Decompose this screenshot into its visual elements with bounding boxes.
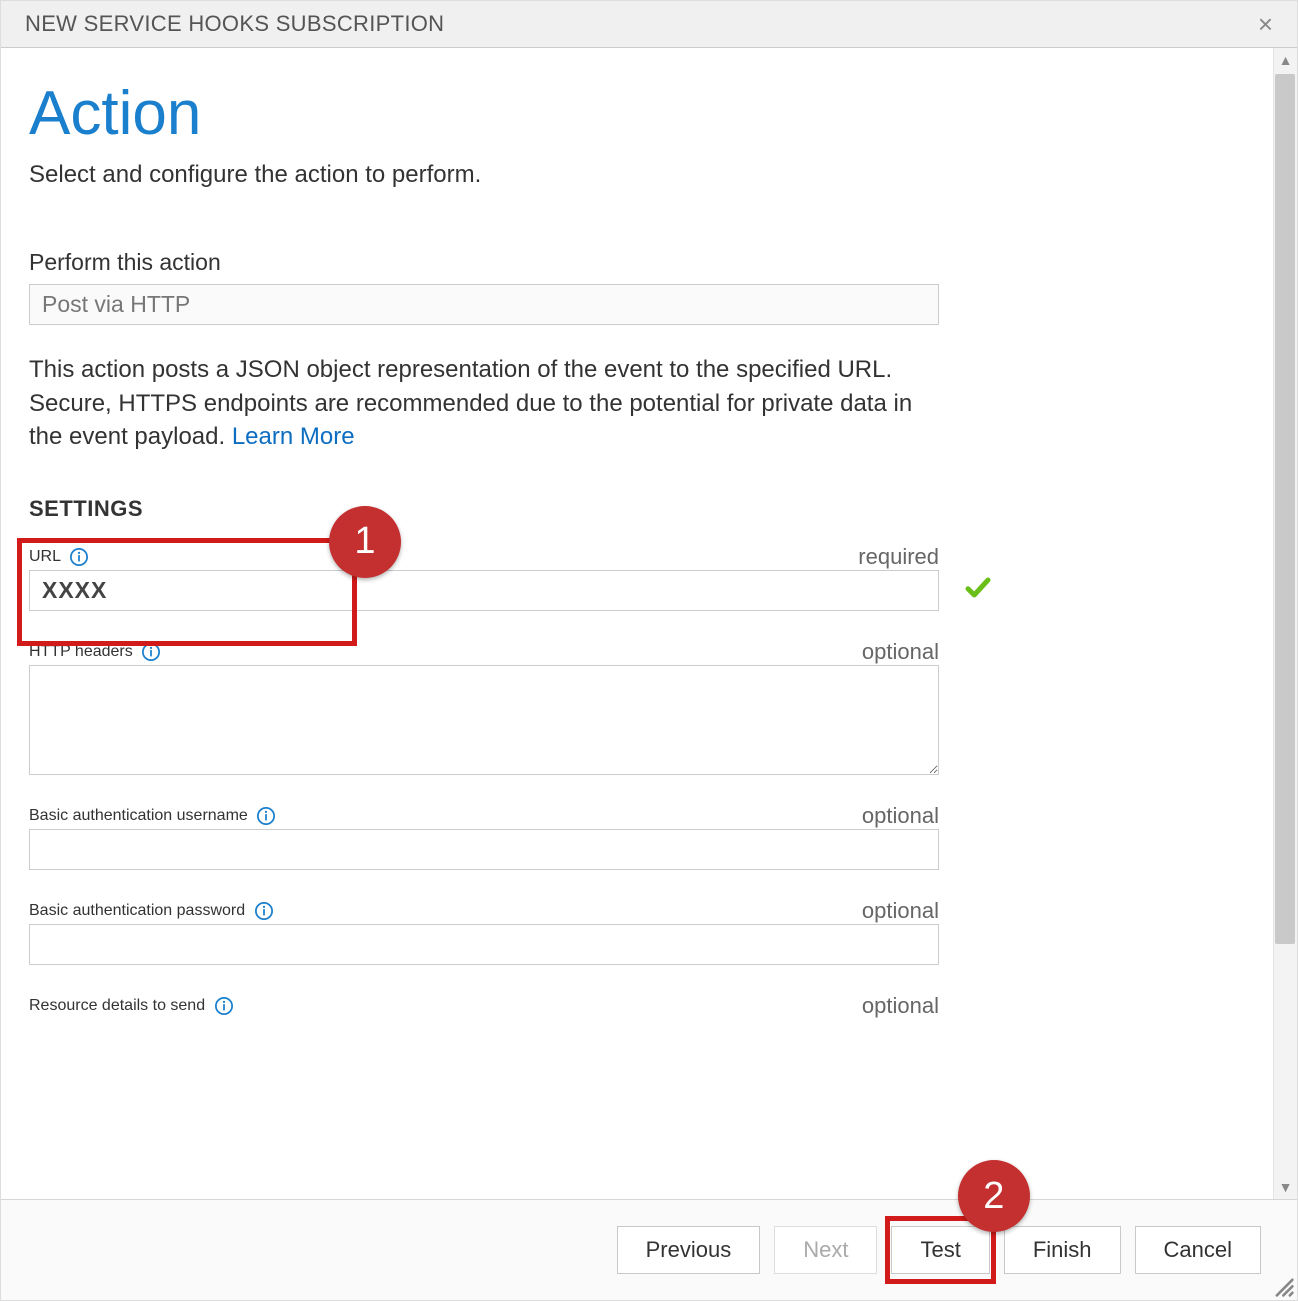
scroll-up-icon[interactable]: ▲ — [1274, 48, 1297, 72]
http-headers-label: HTTP headers — [29, 643, 133, 660]
url-row — [29, 570, 1009, 611]
test-button[interactable]: Test — [891, 1226, 989, 1274]
basic-auth-username-section: Basic authentication username optional — [29, 803, 1257, 870]
dialog-footer: Previous Next Test 2 Finish Cancel — [1, 1199, 1297, 1300]
scrollbar[interactable]: ▲ ▼ — [1273, 48, 1297, 1199]
password-optional-hint: optional — [862, 898, 939, 924]
settings-heading: SETTINGS — [29, 496, 1257, 522]
close-icon[interactable]: × — [1258, 11, 1273, 37]
dialog: NEW SERVICE HOOKS SUBSCRIPTION × ▲ ▼ Act… — [0, 0, 1298, 1301]
page-subtitle: Select and configure the action to perfo… — [29, 161, 1257, 189]
action-description-text: This action posts a JSON object represen… — [29, 356, 912, 450]
dialog-title: NEW SERVICE HOOKS SUBSCRIPTION — [25, 11, 444, 37]
resize-grip-icon[interactable] — [1269, 1272, 1295, 1298]
perform-action-label: Perform this action — [29, 249, 1257, 276]
dialog-body-wrap: ▲ ▼ Action Select and configure the acti… — [1, 48, 1297, 1199]
basic-auth-password-label: Basic authentication password — [29, 902, 245, 919]
perform-action-section: Perform this action Post via HTTP — [29, 249, 1257, 325]
next-button[interactable]: Next — [774, 1226, 877, 1274]
basic-auth-username-input[interactable] — [29, 829, 939, 870]
url-input[interactable] — [29, 570, 939, 611]
finish-button[interactable]: Finish — [1004, 1226, 1121, 1274]
info-icon[interactable] — [69, 547, 89, 567]
info-icon[interactable] — [254, 901, 274, 921]
scroll-thumb[interactable] — [1275, 74, 1295, 944]
url-section: URL required 1 — [29, 544, 1257, 611]
action-description: This action posts a JSON object represen… — [29, 353, 949, 454]
basic-auth-username-label: Basic authentication username — [29, 807, 248, 824]
info-icon[interactable] — [141, 642, 161, 662]
url-required-hint: required — [858, 544, 939, 570]
resource-details-section: Resource details to send optional — [29, 993, 1257, 1019]
info-icon[interactable] — [214, 996, 234, 1016]
url-label: URL — [29, 548, 60, 565]
checkmark-icon — [963, 573, 993, 608]
scroll-down-icon[interactable]: ▼ — [1274, 1175, 1297, 1199]
cancel-button[interactable]: Cancel — [1135, 1226, 1261, 1274]
basic-auth-password-section: Basic authentication password optional — [29, 898, 1257, 965]
headers-optional-hint: optional — [862, 639, 939, 665]
perform-action-select[interactable]: Post via HTTP — [29, 284, 939, 325]
dialog-body: Action Select and configure the action t… — [1, 48, 1297, 1199]
dialog-header: NEW SERVICE HOOKS SUBSCRIPTION × — [1, 1, 1297, 48]
http-headers-input[interactable] — [29, 665, 939, 775]
basic-auth-password-input[interactable] — [29, 924, 939, 965]
http-headers-section: HTTP headers optional — [29, 639, 1257, 775]
resource-details-label: Resource details to send — [29, 997, 205, 1014]
learn-more-link[interactable]: Learn More — [232, 423, 355, 450]
info-icon[interactable] — [256, 806, 276, 826]
page-title: Action — [29, 78, 1257, 149]
username-optional-hint: optional — [862, 803, 939, 829]
previous-button[interactable]: Previous — [617, 1226, 761, 1274]
resource-details-optional-hint: optional — [862, 993, 939, 1019]
